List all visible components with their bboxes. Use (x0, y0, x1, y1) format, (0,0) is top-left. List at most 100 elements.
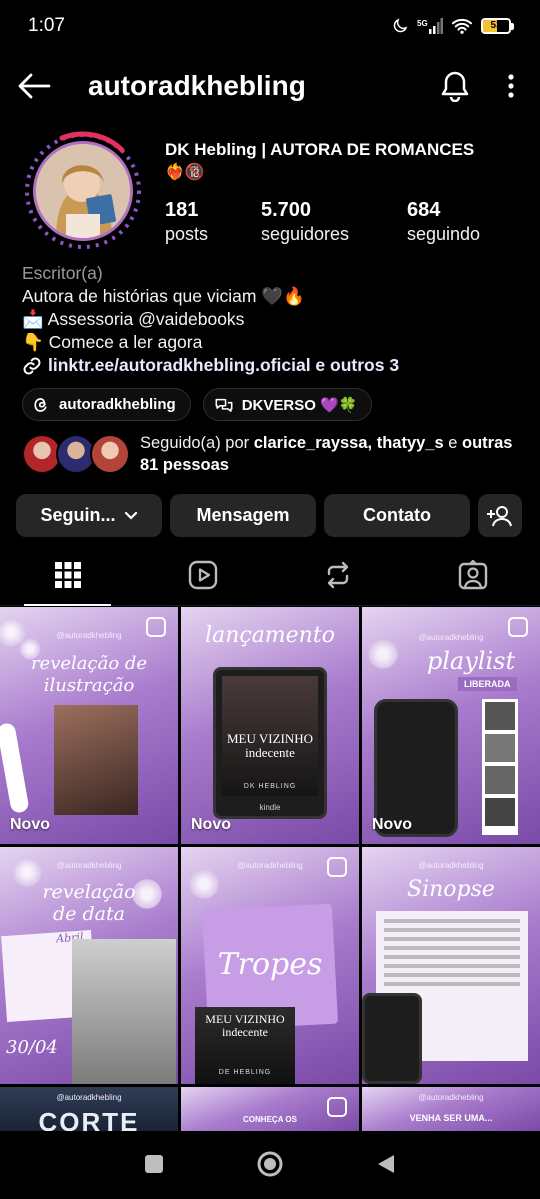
post-title: CORTE (38, 1107, 140, 1131)
post-subtitle: LIBERADA (458, 677, 517, 691)
profile-display-name: DK Hebling | AUTORA DE ROMANCES (165, 140, 475, 159)
post-handle: @autoradkhebling (56, 1093, 122, 1102)
post-tile[interactable]: @autoradkhebling revelação de data Abril… (0, 847, 178, 1084)
battery-icon: 53 (481, 18, 514, 34)
post-tile[interactable]: lançamento MEU VIZINHO indecente DK HEBL… (181, 607, 359, 844)
followed-by-prefix: Seguido(a) por (140, 434, 254, 452)
profile-header: autoradkhebling (0, 58, 540, 114)
repost-icon (327, 561, 348, 588)
post-title: revelação de ilustração (30, 653, 148, 696)
circle-icon (257, 1151, 283, 1177)
wifi-icon (451, 17, 473, 35)
profile-category: Escritor(a) (22, 263, 103, 283)
post-handle: @autoradkhebling (418, 861, 484, 870)
tab-tagged[interactable] (405, 544, 540, 605)
new-badge: Novo (10, 816, 50, 833)
recents-button[interactable] (144, 1154, 164, 1179)
contact-button[interactable]: Contato (324, 494, 470, 537)
tab-reels[interactable] (135, 544, 270, 605)
carousel-icon (327, 1097, 347, 1117)
post-tile[interactable]: CONHEÇA OS (181, 1087, 359, 1131)
post-tile[interactable]: @autoradkhebling VENHA SER UMA... (362, 1087, 540, 1131)
post-tile[interactable]: @autoradkhebling CORTE (0, 1087, 178, 1131)
followed-by[interactable]: Seguido(a) por clarice_rayssa, thatyy_s … (22, 430, 522, 478)
kindle-device (362, 993, 422, 1084)
link-icon (23, 357, 41, 374)
post-tile[interactable]: @autoradkhebling Tropes MEU VIZINHO inde… (181, 847, 359, 1084)
stat-label: posts (165, 224, 209, 244)
back-button[interactable] (2, 58, 66, 114)
followed-by-avatars (22, 432, 132, 476)
new-badge: Novo (372, 816, 412, 833)
stat-value: 181 (165, 199, 199, 221)
tagged-icon (458, 559, 487, 589)
more-vertical-icon (508, 74, 514, 98)
system-navigation-bar (0, 1134, 540, 1199)
chip-label: autoradkhebling (59, 396, 176, 413)
back-nav-button[interactable] (376, 1153, 396, 1180)
battery-level: 53 (490, 20, 502, 31)
svg-text:5G: 5G (417, 19, 428, 28)
stat-posts[interactable]: 181 posts (165, 198, 261, 246)
profile-avatar-button[interactable] (22, 130, 144, 252)
post-title: VENHA SER UMA... (409, 1113, 493, 1123)
profile-name-emojis: ❤️‍🔥🔞 (165, 164, 205, 181)
status-time: 1:07 (28, 15, 65, 36)
device-brand: kindle (259, 803, 281, 812)
triangle-back-icon (378, 1155, 394, 1173)
profile-tabs (0, 544, 540, 606)
profile-actions: Seguin... Mensagem Contato (16, 494, 522, 537)
followed-by-names: clarice_rayssa, thatyy_s (253, 434, 444, 452)
message-button[interactable]: Mensagem (170, 494, 316, 537)
bell-icon (441, 71, 469, 102)
followed-by-text: Seguido(a) por clarice_rayssa, thatyy_s … (140, 432, 522, 476)
more-options-button[interactable] (494, 58, 528, 114)
followed-by-connector: e (443, 434, 463, 452)
chip-label: DKVERSO 💜🍀 (241, 396, 358, 414)
chat-bubbles-icon (215, 398, 233, 412)
status-icons: 5G 53 (391, 17, 514, 35)
post-tile[interactable]: @autoradkhebling revelação de ilustração… (0, 607, 178, 844)
post-handle: @autoradkhebling (418, 1093, 484, 1102)
post-title: Sinopse (407, 877, 495, 902)
contact-label: Contato (363, 505, 431, 525)
threads-icon (34, 397, 47, 412)
reels-icon (188, 560, 217, 589)
add-user-icon (487, 505, 512, 526)
profile-link-text: linktr.ee/autoradkhebling.oficial e outr… (48, 355, 400, 375)
chevron-down-icon (124, 511, 137, 520)
header-username: autoradkhebling (88, 70, 306, 101)
grid-icon (54, 561, 81, 588)
profile-link[interactable]: linktr.ee/autoradkhebling.oficial e outr… (22, 354, 522, 377)
stat-following[interactable]: 684 seguindo (407, 198, 517, 246)
notifications-button[interactable] (430, 58, 480, 114)
tab-grid[interactable] (0, 544, 135, 606)
book-title: MEU VIZINHO indecente (226, 731, 314, 760)
tab-reposts[interactable] (270, 544, 405, 605)
threads-chip[interactable]: autoradkhebling (22, 388, 191, 421)
dnd-moon-icon (391, 17, 409, 35)
new-badge: Novo (191, 816, 231, 833)
post-date: 30/04 (6, 1037, 58, 1058)
kindle-device: MEU VIZINHO indecente DK HEBLING kindle (213, 667, 327, 819)
post-tile[interactable]: @autoradkhebling Sinopse (362, 847, 540, 1084)
square-icon (145, 1155, 163, 1173)
following-button[interactable]: Seguin... (16, 494, 162, 537)
stat-value: 5.700 (261, 199, 312, 221)
status-bar: 1:07 5G 53 (0, 0, 540, 52)
suggested-users-button[interactable] (478, 494, 522, 537)
stat-followers[interactable]: 5.700 seguidores (261, 198, 407, 246)
bio-line: 📩 Assessoria @vaidebooks (22, 309, 245, 329)
book-author: DE HEBLING (218, 1069, 272, 1076)
post-tile[interactable]: @autoradkhebling playlist LIBERADA Novo (362, 607, 540, 844)
home-button[interactable] (256, 1150, 284, 1183)
channel-chip[interactable]: DKVERSO 💜🍀 (202, 388, 373, 421)
stat-label: seguidores (261, 224, 350, 244)
book-author: DK HEBLING (243, 783, 297, 790)
post-title: Tropes (217, 947, 323, 982)
profile-bio: Escritor(a) Autora de histórias que vici… (22, 262, 522, 377)
post-grid: @autoradkhebling revelação de ilustração… (0, 607, 540, 1131)
profile-chips: autoradkhebling DKVERSO 💜🍀 (22, 388, 373, 421)
post-title: revelação de data (42, 881, 136, 925)
carousel-icon (327, 857, 347, 877)
